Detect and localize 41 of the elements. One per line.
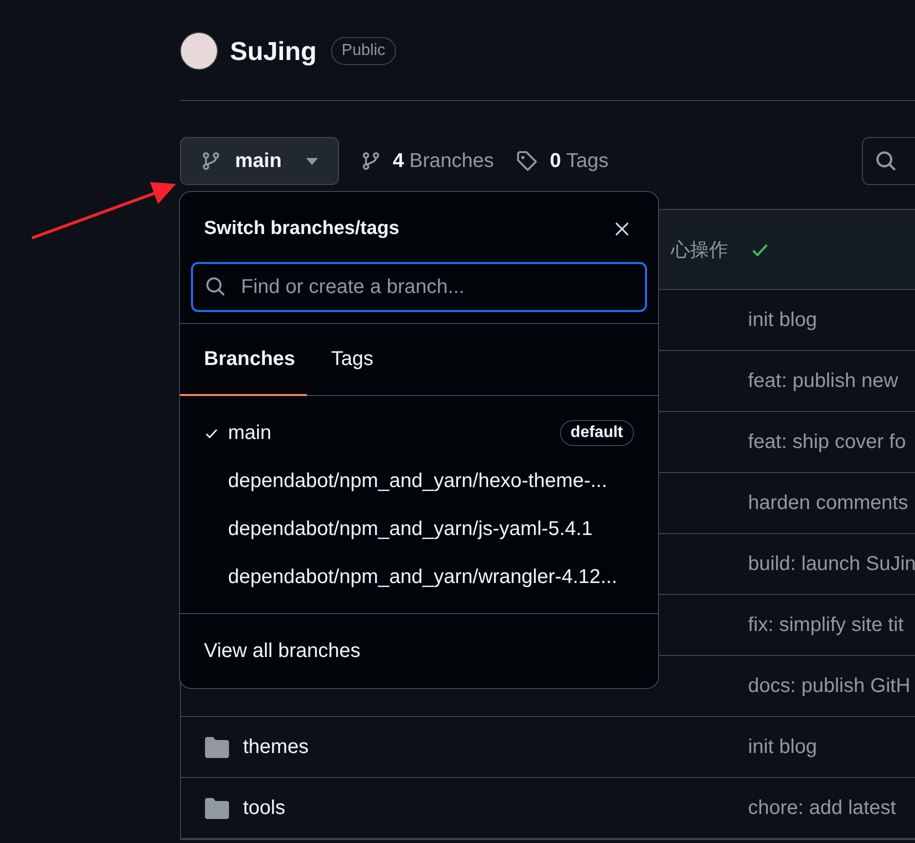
branch-search-field[interactable]: Find or create a branch... (191, 262, 647, 312)
commit-message[interactable]: init blog (748, 308, 817, 332)
avatar[interactable] (180, 32, 218, 70)
branch-item[interactable]: main default (180, 409, 658, 457)
close-icon[interactable] (614, 221, 630, 237)
menu-tab[interactable]: Branches (180, 324, 308, 396)
branch-item[interactable]: dependabot/npm_and_yarn/hexo-theme-... (180, 457, 658, 505)
branch-name: dependabot/npm_and_yarn/wrangler-4.12... (228, 566, 618, 588)
branch-name: dependabot/npm_and_yarn/js-yaml-5.4.1 (228, 518, 594, 540)
commit-message[interactable]: build: launch SuJin (748, 552, 915, 576)
commit-message[interactable]: harden comments (748, 492, 908, 514)
commit-message[interactable]: init blog (748, 736, 817, 758)
branches-link[interactable]: 4 Branches (360, 150, 494, 172)
folder-icon (205, 736, 229, 758)
view-all-branches-link[interactable]: View all branches (180, 614, 658, 663)
commit-message[interactable]: fix: simplify site tit (748, 614, 904, 636)
menu-title: Switch branches/tags (204, 218, 400, 240)
branch-item[interactable]: dependabot/npm_and_yarn/js-yaml-5.4.1 (180, 505, 658, 553)
tag-icon (516, 150, 538, 172)
tags-link[interactable]: 0 Tags (516, 150, 608, 172)
folder-icon (205, 798, 229, 818)
branch-item[interactable]: dependabot/npm_and_yarn/wrangler-4.12... (180, 553, 658, 601)
caret-icon (306, 158, 318, 164)
branch-icon (201, 151, 221, 171)
commit-message[interactable]: feat: ship cover fo (748, 430, 906, 454)
commit-message[interactable]: feat: publish new (748, 370, 898, 392)
file-name[interactable]: tools (243, 796, 286, 820)
branch-name: dependabot/npm_and_yarn/hexo-theme-... (228, 470, 608, 492)
branch-icon (360, 151, 381, 171)
commit-message[interactable]: chore: add latest (748, 796, 896, 820)
menu-tab[interactable]: Tags (319, 324, 386, 396)
repo-name[interactable]: SuJing (230, 36, 317, 66)
branch-name: main (228, 422, 272, 444)
branch-select-button[interactable]: main (180, 137, 339, 185)
search-icon (875, 150, 897, 172)
commit-message[interactable]: 心操作 (671, 236, 728, 262)
commit-message[interactable]: docs: publish GitH (748, 674, 910, 698)
search-icon (205, 276, 226, 297)
default-label: default (560, 420, 634, 446)
file-name[interactable]: themes (243, 736, 309, 758)
visibility-label: Public (330, 37, 396, 65)
